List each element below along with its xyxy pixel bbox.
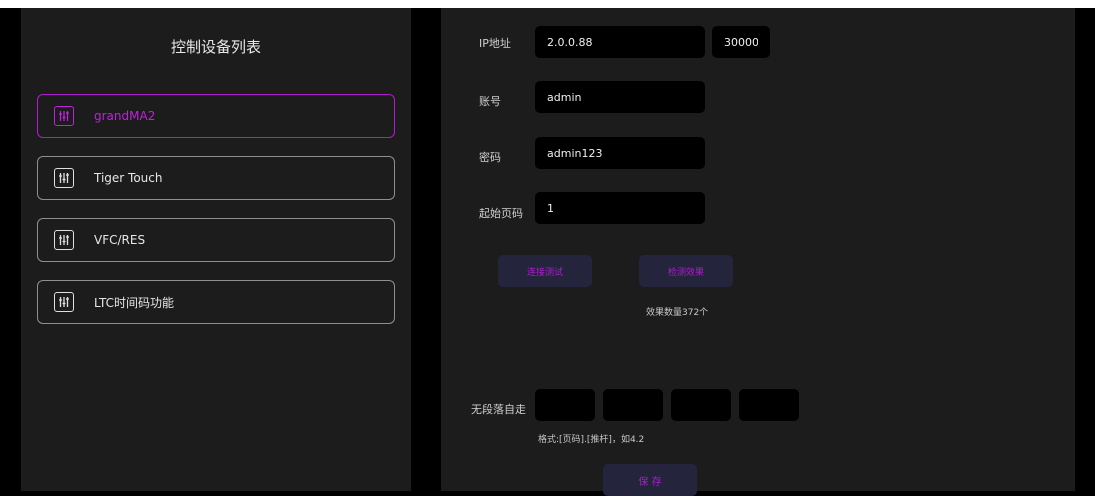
no-segment-input-2[interactable] (603, 389, 663, 421)
no-segment-input-3[interactable] (671, 389, 731, 421)
device-settings-panel: IP地址 账号 密码 起始页码 连接测试 检测效果 效果数量372个 无段落自走… (441, 8, 1075, 496)
start-page-input[interactable] (535, 192, 705, 224)
port-input[interactable] (712, 26, 770, 58)
device-label: VFC/RES (94, 233, 146, 247)
device-label: grandMA2 (94, 109, 156, 123)
no-segment-input-1[interactable] (535, 389, 595, 421)
device-item-tiger-touch[interactable]: Tiger Touch (37, 156, 395, 200)
no-segment-label: 无段落自走 (471, 403, 526, 416)
ip-label: IP地址 (479, 37, 511, 50)
password-label: 密码 (479, 151, 501, 164)
device-list-title: 控制设备列表 (170, 38, 261, 56)
top-bar (0, 0, 1095, 8)
fader-console-icon (54, 168, 74, 188)
device-item-grandma2[interactable]: grandMA2 (37, 94, 395, 138)
fader-console-icon (54, 106, 74, 126)
fader-console-icon (54, 292, 74, 312)
password-input[interactable] (535, 137, 705, 169)
start-page-label: 起始页码 (479, 207, 523, 220)
effect-count-text: 效果数量372个 (646, 308, 709, 318)
account-input[interactable] (535, 81, 705, 113)
account-label: 账号 (479, 95, 501, 108)
device-label: Tiger Touch (94, 171, 163, 185)
device-label: LTC时间码功能 (94, 295, 175, 310)
no-segment-input-4[interactable] (739, 389, 799, 421)
device-list-panel: 控制设备列表 grandMA2 Tiger Touch VFC/RES LTC时… (21, 8, 411, 491)
device-item-vfc-res[interactable]: VFC/RES (37, 218, 395, 262)
ip-address-input[interactable] (535, 26, 705, 58)
detect-effect-button[interactable]: 检测效果 (639, 255, 733, 287)
fader-console-icon (54, 230, 74, 250)
format-hint: 格式:[页码].[推杆]，如4.2 (538, 435, 645, 445)
save-button[interactable]: 保 存 (603, 464, 697, 496)
connect-test-button[interactable]: 连接测试 (498, 255, 592, 287)
device-item-ltc-timecode[interactable]: LTC时间码功能 (37, 280, 395, 324)
